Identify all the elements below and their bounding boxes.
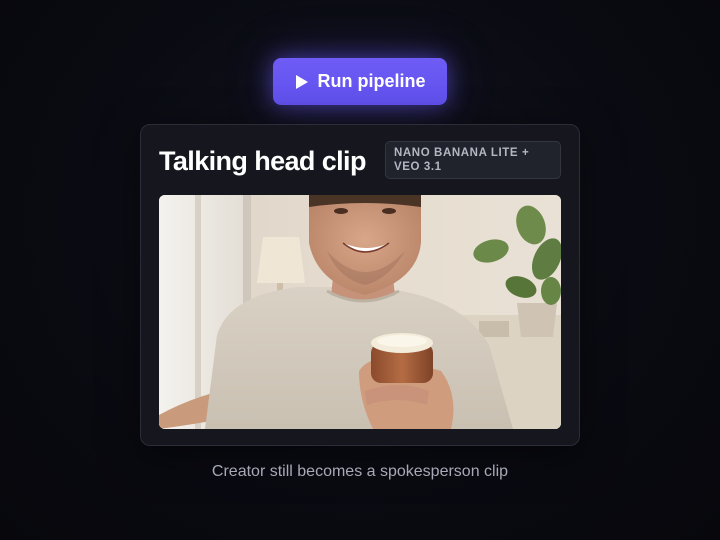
run-pipeline-button[interactable]: Run pipeline (273, 58, 447, 105)
card-title: Talking head clip (159, 146, 366, 176)
preview-image (159, 195, 561, 429)
clip-card: Talking head clip NANO BANANA LITE + VEO… (140, 124, 580, 446)
play-icon (295, 74, 308, 89)
run-pipeline-label: Run pipeline (317, 71, 426, 91)
model-badge: NANO BANANA LITE + VEO 3.1 (385, 141, 561, 179)
caption: Creator still becomes a spokesperson cli… (211, 463, 509, 480)
creator-photo (159, 195, 561, 429)
